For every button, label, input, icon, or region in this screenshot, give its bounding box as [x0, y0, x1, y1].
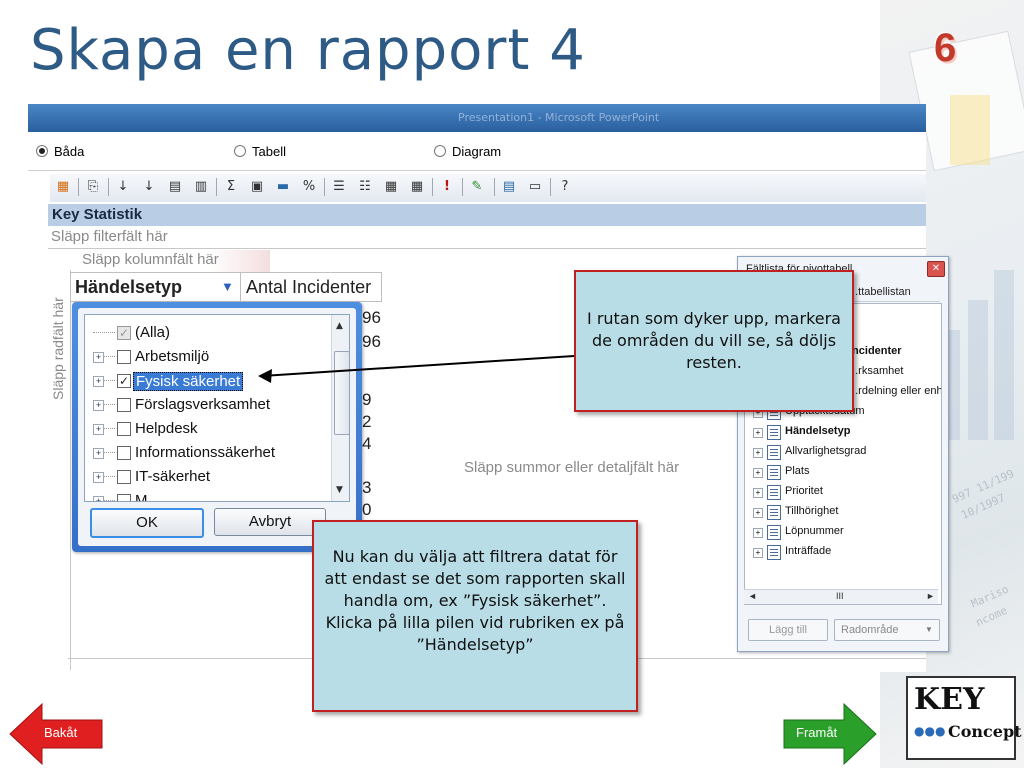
back-label[interactable]: Bakåt	[44, 725, 77, 740]
forward-label[interactable]: Framåt	[796, 725, 837, 740]
logo-concept-text: Concept	[948, 722, 1022, 741]
pointer-arrow	[258, 355, 575, 383]
logo-key-text: KEY	[914, 682, 985, 717]
keyconcept-logo: KEY ●●● Concept	[906, 676, 1022, 760]
logo-dots-icon: ●●●	[914, 724, 946, 738]
